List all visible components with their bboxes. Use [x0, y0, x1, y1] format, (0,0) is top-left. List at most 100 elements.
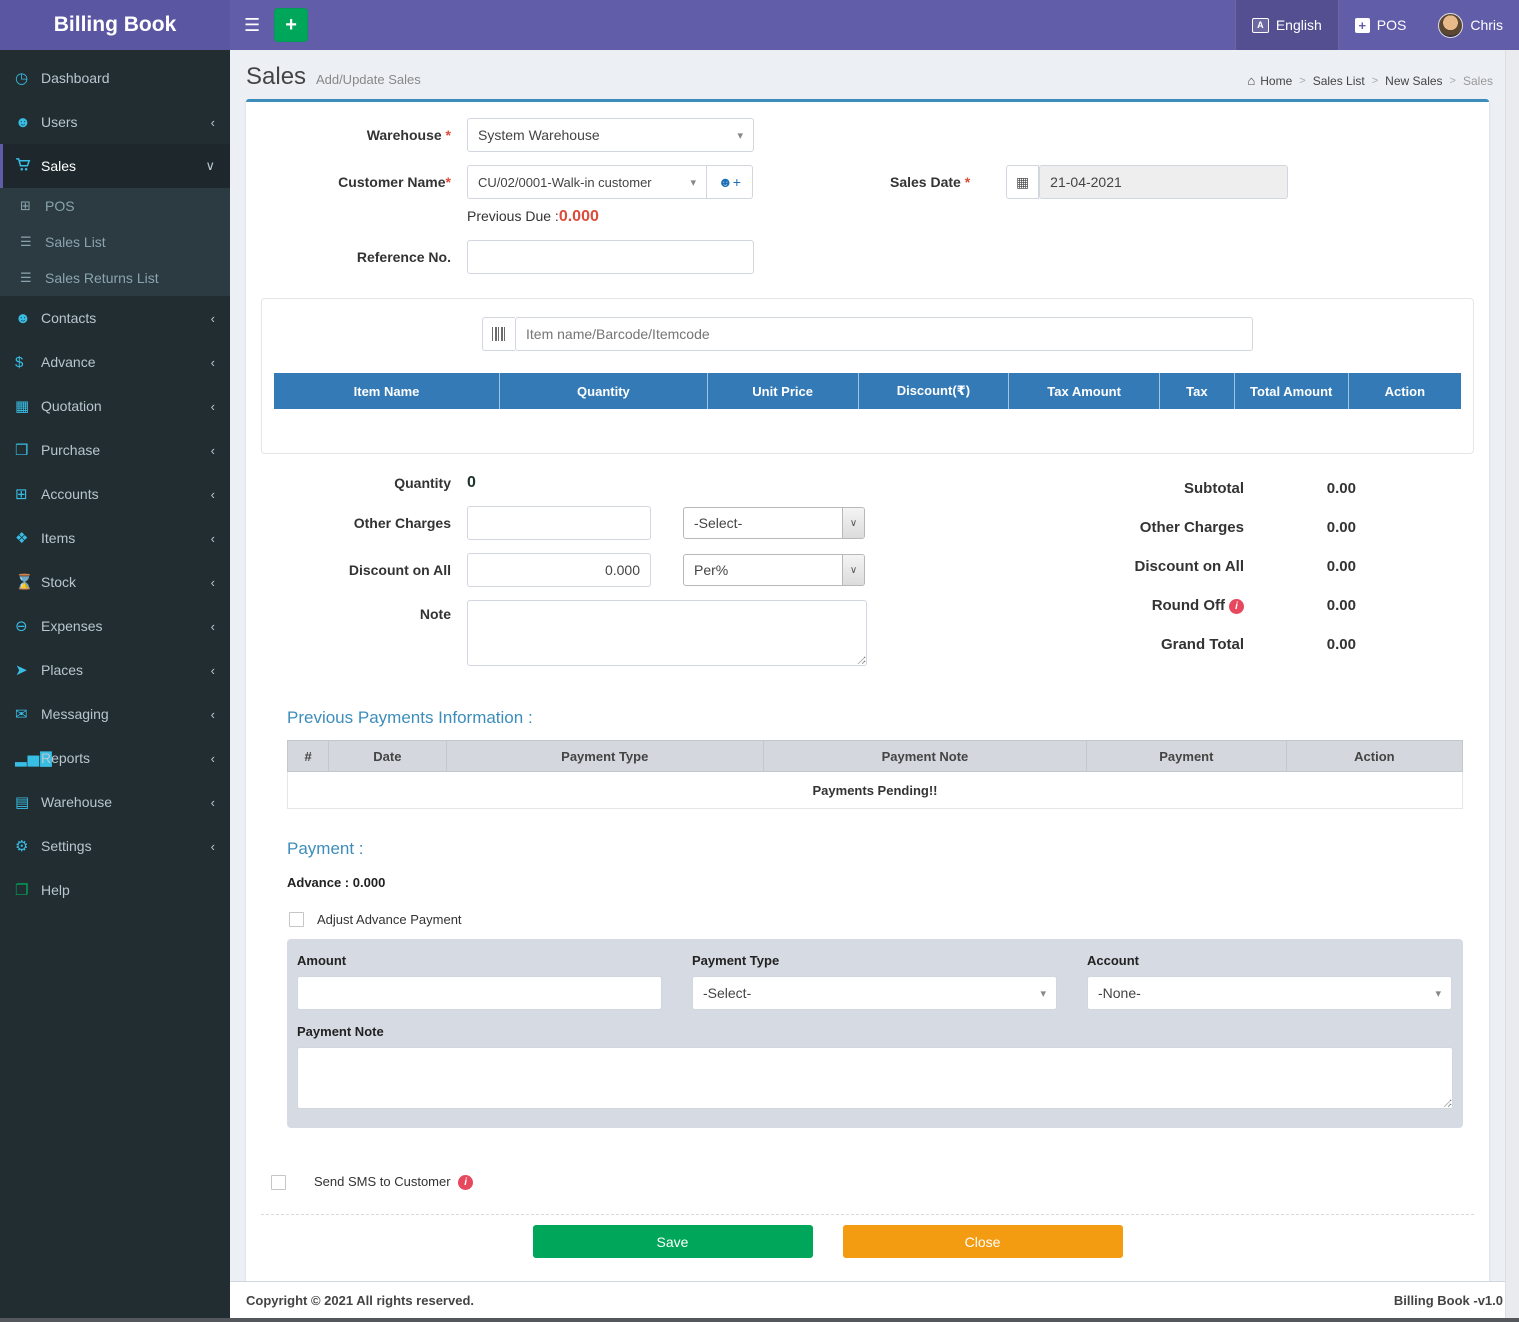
sidebar-item-label: Dashboard	[41, 70, 110, 86]
dashboard-icon: ◷	[15, 69, 41, 87]
scrollbar[interactable]	[1505, 50, 1519, 1318]
payment-note-textarea[interactable]	[297, 1047, 1453, 1109]
sales-date-input[interactable]	[1039, 165, 1288, 199]
subtotal-label: Subtotal	[1184, 480, 1244, 497]
sidebar-item-places[interactable]: ➤ Places ‹	[0, 648, 230, 692]
sidebar-item-label: Places	[41, 662, 83, 678]
chevron-left-icon: ‹	[211, 399, 215, 414]
note-textarea[interactable]	[467, 600, 867, 666]
previous-due-value: 0.000	[559, 208, 599, 225]
caret-down-icon: ▾	[1435, 987, 1441, 1000]
totals-summary: Subtotal0.00 Other Charges0.00 Discount …	[1044, 474, 1474, 682]
sidebar-item-label: Users	[41, 114, 78, 130]
items-col-discount: Discount(₹)	[858, 373, 1009, 409]
building-icon: ▤	[15, 793, 41, 811]
language-label: English	[1276, 17, 1322, 33]
sidebar-item-dashboard[interactable]: ◷ Dashboard	[0, 56, 230, 100]
sidebar-item-label: Quotation	[41, 398, 102, 414]
user-plus-icon: ☻+	[718, 174, 741, 190]
warehouse-select[interactable]: System Warehouse ▾	[467, 118, 754, 152]
sidebar-item-accounts[interactable]: ⊞ Accounts ‹	[0, 472, 230, 516]
adjust-advance-checkbox[interactable]	[289, 912, 304, 927]
sidebar-item-warehouse[interactable]: ▤ Warehouse ‹	[0, 780, 230, 824]
calendar-icon: ▦	[1006, 165, 1039, 199]
warehouse-value: System Warehouse	[478, 127, 600, 143]
plus-square-icon: ⊞	[20, 198, 45, 214]
sidebar-item-advance[interactable]: $ Advance ‹	[0, 340, 230, 384]
chevron-left-icon: ‹	[211, 115, 215, 130]
sidebar-item-quotation[interactable]: ▦ Quotation ‹	[0, 384, 230, 428]
chevron-left-icon: ‹	[211, 487, 215, 502]
account-select[interactable]: -None- ▾	[1087, 976, 1452, 1010]
send-sms-checkbox[interactable]	[271, 1175, 286, 1190]
add-customer-button[interactable]: ☻+	[707, 165, 753, 199]
sidebar-item-settings[interactable]: ⚙ Settings ‹	[0, 824, 230, 868]
select-arrow-icon: ∨	[842, 555, 864, 585]
breadcrumb-new-sales[interactable]: New Sales	[1385, 74, 1442, 88]
pos-menu[interactable]: + POS	[1339, 0, 1423, 50]
other-charges-input[interactable]	[467, 506, 651, 540]
items-col-name: Item Name	[274, 373, 500, 409]
sidebar-item-stock[interactable]: ⌛ Stock ‹	[0, 560, 230, 604]
language-menu[interactable]: A English	[1235, 0, 1339, 50]
barcode-icon	[492, 327, 507, 341]
info-icon[interactable]: i	[458, 1175, 473, 1190]
sidebar-item-sales-list[interactable]: ☰ Sales List	[0, 224, 230, 260]
payments-pending-message: Payments Pending!!	[288, 772, 1463, 809]
chevron-left-icon: ‹	[211, 751, 215, 766]
quick-add-button[interactable]: +	[274, 8, 308, 42]
breadcrumb-separator: >	[1450, 75, 1456, 87]
breadcrumb-home[interactable]: Home	[1260, 74, 1292, 88]
cube-icon: ❒	[15, 441, 41, 459]
sidebar-item-expenses[interactable]: ⊖ Expenses ‹	[0, 604, 230, 648]
sidebar-item-pos[interactable]: ⊞ POS	[0, 188, 230, 224]
hourglass-icon: ⌛	[15, 573, 41, 591]
payment-type-select[interactable]: -Select- ▾	[692, 976, 1057, 1010]
sales-date-label: Sales Date	[890, 174, 961, 190]
other-charges-label: Other Charges	[261, 515, 451, 531]
discount-type-select[interactable]: Per% ∨	[683, 554, 865, 586]
save-button[interactable]: Save	[533, 1225, 813, 1258]
customer-value: CU/02/0001-Walk-in customer	[478, 175, 652, 190]
info-icon[interactable]: i	[1229, 599, 1244, 614]
dollar-icon: $	[15, 354, 41, 371]
chevron-left-icon: ‹	[211, 707, 215, 722]
chevron-left-icon: ‹	[211, 795, 215, 810]
advance-value: 0.000	[353, 875, 386, 890]
sidebar-item-help[interactable]: ❐ Help	[0, 868, 230, 912]
close-button[interactable]: Close	[843, 1225, 1123, 1258]
sidebar-item-sales[interactable]: Sales ∨	[0, 144, 230, 188]
customer-select[interactable]: CU/02/0001-Walk-in customer ▾	[467, 165, 707, 199]
sidebar-item-contacts[interactable]: ☻ Contacts ‹	[0, 296, 230, 340]
quantity-value: 0	[467, 474, 476, 492]
quantity-label: Quantity	[261, 475, 451, 491]
amount-input[interactable]	[297, 976, 662, 1010]
sidebar-subitem-label: Sales List	[45, 234, 106, 250]
user-menu[interactable]: Chris	[1422, 0, 1519, 50]
page-subtitle: Add/Update Sales	[316, 72, 421, 87]
item-search-input[interactable]	[515, 317, 1253, 351]
app-logo[interactable]: Billing Book	[0, 0, 230, 50]
discount-on-all-input[interactable]	[467, 553, 651, 587]
payment-panel: Amount Payment Type -Select- ▾ Account -…	[287, 939, 1463, 1128]
other-charges-select[interactable]: -Select- ∨	[683, 507, 865, 539]
list-icon: ☰	[20, 270, 45, 286]
sidebar-item-sales-returns-list[interactable]: ☰ Sales Returns List	[0, 260, 230, 296]
sidebar-item-reports[interactable]: ▂▅▇ Reports ‹	[0, 736, 230, 780]
previous-payments-table: # Date Payment Type Payment Note Payment…	[287, 740, 1463, 809]
required-marker: *	[446, 127, 451, 143]
sidebar-item-label: Contacts	[41, 310, 96, 326]
sidebar-item-purchase[interactable]: ❒ Purchase ‹	[0, 428, 230, 472]
caret-down-icon: ▾	[690, 176, 696, 189]
reference-input[interactable]	[467, 240, 754, 274]
total-other-charges-label: Other Charges	[1140, 519, 1244, 536]
sidebar-item-label: Sales	[41, 158, 76, 174]
sidebar: ◷ Dashboard ☻ Users ‹ Sales ∨ ⊞ POS ☰ Sa…	[0, 50, 230, 1322]
sidebar-toggle-icon[interactable]: ☰	[230, 0, 274, 50]
breadcrumb-sales-list[interactable]: Sales List	[1313, 74, 1365, 88]
sidebar-item-items[interactable]: ❖ Items ‹	[0, 516, 230, 560]
sidebar-item-users[interactable]: ☻ Users ‹	[0, 100, 230, 144]
breadcrumb-separator: >	[1299, 75, 1305, 87]
account-label: Account	[1087, 953, 1452, 968]
sidebar-item-messaging[interactable]: ✉ Messaging ‹	[0, 692, 230, 736]
